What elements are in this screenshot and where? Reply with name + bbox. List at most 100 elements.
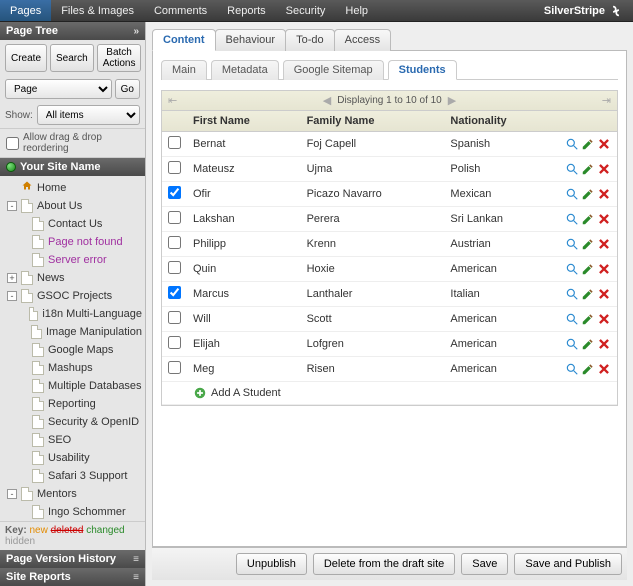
collapse-icon[interactable]: - xyxy=(7,489,17,499)
save-publish-button[interactable]: Save and Publish xyxy=(514,553,622,575)
delete-icon[interactable] xyxy=(597,362,611,376)
batch-actions-button[interactable]: Batch Actions xyxy=(97,44,142,72)
subtab-google-sitemap[interactable]: Google Sitemap xyxy=(283,60,384,80)
page-type-select[interactable]: Page xyxy=(5,79,112,99)
row-checkbox[interactable] xyxy=(168,311,181,324)
col-first-name[interactable]: First Name xyxy=(187,111,301,132)
tree-node[interactable]: Ingo Schommer xyxy=(4,503,145,521)
delete-icon[interactable] xyxy=(597,262,611,276)
tree-node[interactable]: Home xyxy=(4,178,145,197)
tree-node[interactable]: Multiple Databases xyxy=(4,377,145,395)
row-checkbox[interactable] xyxy=(168,161,181,174)
edit-icon[interactable] xyxy=(581,137,595,151)
tab-content[interactable]: Content xyxy=(152,29,216,51)
delete-icon[interactable] xyxy=(597,162,611,176)
page-tree-header[interactable]: Page Tree » xyxy=(0,22,145,40)
row-checkbox[interactable] xyxy=(168,186,181,199)
tree-node[interactable]: Image Manipulation xyxy=(4,323,145,341)
tree-node[interactable]: Reporting xyxy=(4,395,145,413)
edit-icon[interactable] xyxy=(581,212,595,226)
view-icon[interactable] xyxy=(565,287,579,301)
menu-comments[interactable]: Comments xyxy=(144,0,217,21)
tree-node[interactable]: -Mentors xyxy=(4,485,145,503)
edit-icon[interactable] xyxy=(581,337,595,351)
edit-icon[interactable] xyxy=(581,262,595,276)
collapse-icon[interactable]: - xyxy=(7,291,17,301)
row-checkbox[interactable] xyxy=(168,211,181,224)
view-icon[interactable] xyxy=(565,237,579,251)
edit-icon[interactable] xyxy=(581,362,595,376)
edit-icon[interactable] xyxy=(581,187,595,201)
pager-last-icon[interactable]: ⇥ xyxy=(602,94,611,107)
col-family-name[interactable]: Family Name xyxy=(301,111,445,132)
tree-node[interactable]: SEO xyxy=(4,431,145,449)
delete-icon[interactable] xyxy=(597,137,611,151)
tree-node[interactable]: Google Maps xyxy=(4,341,145,359)
tree-node[interactable]: +News xyxy=(4,269,145,287)
col-nationality[interactable]: Nationality xyxy=(444,111,557,132)
menu-security[interactable]: Security xyxy=(276,0,336,21)
collapse-double-icon[interactable]: » xyxy=(133,26,139,37)
view-icon[interactable] xyxy=(565,137,579,151)
tree-node[interactable]: Usability xyxy=(4,449,145,467)
tree-node[interactable]: i18n Multi-Language xyxy=(4,305,145,323)
subtab-students[interactable]: Students xyxy=(388,60,457,80)
expand-icon[interactable]: ≡ xyxy=(133,554,139,565)
collapse-icon[interactable]: - xyxy=(7,201,17,211)
create-button[interactable]: Create xyxy=(5,44,47,72)
row-checkbox[interactable] xyxy=(168,261,181,274)
row-checkbox[interactable] xyxy=(168,361,181,374)
save-button[interactable]: Save xyxy=(461,553,508,575)
view-icon[interactable] xyxy=(565,337,579,351)
pager-prev-icon[interactable]: ◀ xyxy=(323,94,331,107)
add-student-row[interactable]: Add A Student xyxy=(162,382,617,405)
page-version-history-panel[interactable]: Page Version History ≡ xyxy=(0,550,145,568)
row-checkbox[interactable] xyxy=(168,286,181,299)
subtab-main[interactable]: Main xyxy=(161,60,207,80)
subtab-metadata[interactable]: Metadata xyxy=(211,60,279,80)
delete-icon[interactable] xyxy=(597,187,611,201)
delete-icon[interactable] xyxy=(597,237,611,251)
view-icon[interactable] xyxy=(565,212,579,226)
delete-icon[interactable] xyxy=(597,212,611,226)
view-icon[interactable] xyxy=(565,162,579,176)
search-button[interactable]: Search xyxy=(50,44,94,72)
menu-help[interactable]: Help xyxy=(335,0,378,21)
delete-draft-button[interactable]: Delete from the draft site xyxy=(313,553,455,575)
edit-icon[interactable] xyxy=(581,287,595,301)
site-reports-panel[interactable]: Site Reports ≡ xyxy=(0,568,145,586)
tree-node[interactable]: -GSOC Projects xyxy=(4,287,145,305)
row-checkbox[interactable] xyxy=(168,336,181,349)
site-root[interactable]: Your Site Name xyxy=(0,158,145,176)
tab-behaviour[interactable]: Behaviour xyxy=(215,29,287,51)
edit-icon[interactable] xyxy=(581,162,595,176)
delete-icon[interactable] xyxy=(597,312,611,326)
expand-icon[interactable]: + xyxy=(7,273,17,283)
delete-icon[interactable] xyxy=(597,287,611,301)
menu-files[interactable]: Files & Images xyxy=(51,0,144,21)
tab-todo[interactable]: To-do xyxy=(285,29,335,51)
go-button[interactable]: Go xyxy=(115,79,140,99)
tree-node[interactable]: Server error xyxy=(4,251,145,269)
row-checkbox[interactable] xyxy=(168,236,181,249)
tree-node[interactable]: Page not found xyxy=(4,233,145,251)
expand-icon[interactable]: ≡ xyxy=(133,572,139,583)
tree-node[interactable]: Security & OpenID xyxy=(4,413,145,431)
view-icon[interactable] xyxy=(565,362,579,376)
tree-node[interactable]: Mashups xyxy=(4,359,145,377)
delete-icon[interactable] xyxy=(597,337,611,351)
menu-pages[interactable]: Pages xyxy=(0,0,51,21)
pager-first-icon[interactable]: ⇤ xyxy=(168,94,177,107)
tab-access[interactable]: Access xyxy=(334,29,391,51)
tree-node[interactable]: Contact Us xyxy=(4,215,145,233)
menu-reports[interactable]: Reports xyxy=(217,0,276,21)
row-checkbox[interactable] xyxy=(168,136,181,149)
edit-icon[interactable] xyxy=(581,237,595,251)
view-icon[interactable] xyxy=(565,312,579,326)
allow-drag-input[interactable] xyxy=(6,137,19,150)
show-filter-select[interactable]: All items xyxy=(37,105,140,125)
tree-node[interactable]: -About Us xyxy=(4,197,145,215)
view-icon[interactable] xyxy=(565,187,579,201)
edit-icon[interactable] xyxy=(581,312,595,326)
pager-next-icon[interactable]: ▶ xyxy=(448,94,456,107)
